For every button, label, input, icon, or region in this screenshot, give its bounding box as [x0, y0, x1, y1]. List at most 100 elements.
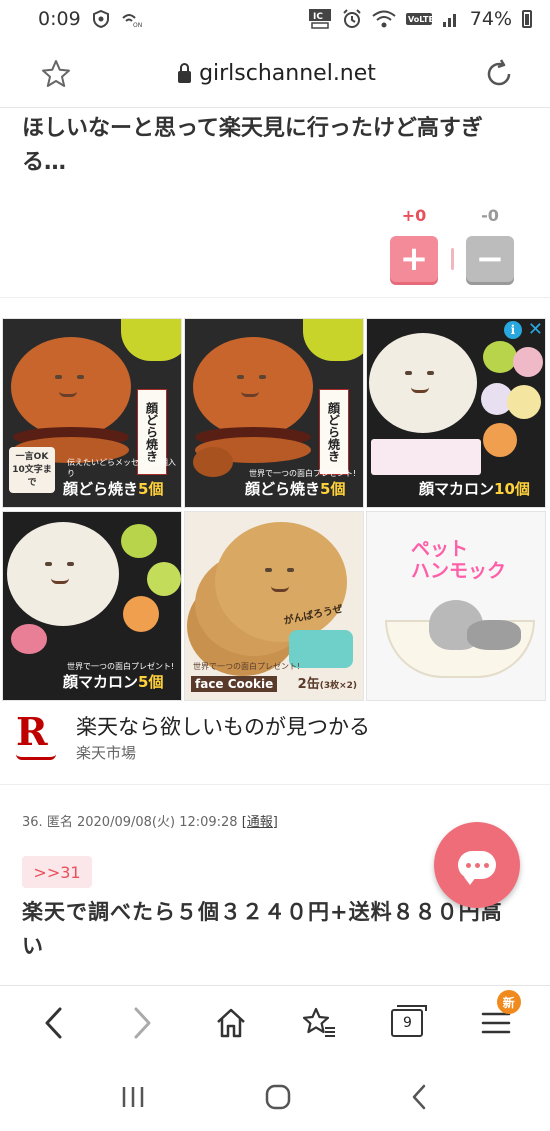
battery-icon	[522, 10, 532, 28]
face-eye	[405, 371, 412, 375]
ad-close-icon[interactable]: ✕	[528, 319, 543, 340]
comment-date: 2020/09/08(火) 12:09:28	[76, 815, 238, 830]
rakuten-logo: R	[16, 712, 58, 760]
vpn-shield-icon	[92, 9, 109, 29]
comment-author: 匿名	[46, 815, 73, 830]
report-link[interactable]: [通報]	[242, 815, 278, 830]
message-note: 一言OK 10文字まで	[9, 447, 55, 493]
tabs-button[interactable]: 9	[382, 998, 432, 1048]
tabs-icon: 9	[391, 1005, 428, 1037]
tile-subcaption: 伝えたいどらメッセージ1個入り	[67, 458, 176, 478]
minus-vote-button[interactable]: −	[466, 236, 514, 282]
ad-tile-face-cookie[interactable]: がんばろうぜ 世界で一つの面白プレゼント! face Cookie 2缶(3枚×…	[184, 511, 364, 701]
vote-counts: +0 -0	[390, 206, 514, 225]
url-field[interactable]: girlschannel.net	[178, 61, 376, 86]
ad-choices[interactable]: i ✕	[503, 319, 543, 340]
minus-count: -0	[481, 206, 499, 225]
dorayaki-box: 顔どら焼き	[319, 389, 349, 475]
ad-info-icon[interactable]: i	[503, 320, 522, 339]
home-icon	[216, 1008, 245, 1038]
forward-button[interactable]	[117, 998, 167, 1048]
svg-text:IC: IC	[313, 12, 323, 22]
tea-cup	[121, 319, 181, 361]
face-eye	[77, 375, 84, 379]
back-button[interactable]	[29, 998, 79, 1048]
cookie-count: 2缶(3枚×2)	[297, 677, 357, 692]
macaron	[483, 423, 517, 457]
macaron-face	[7, 522, 119, 626]
clock: 0:09	[38, 8, 81, 30]
macaron-face	[369, 333, 477, 433]
recent-apps-icon[interactable]	[118, 1083, 148, 1111]
face-eye	[45, 562, 52, 566]
reload-icon[interactable]	[482, 57, 516, 91]
face-eye	[287, 568, 294, 572]
svg-text:ON: ON	[133, 22, 142, 28]
cookie-face	[215, 522, 347, 642]
cookie-label: face Cookie	[191, 676, 278, 692]
macaron	[513, 347, 543, 377]
browser-toolbar: 9 新	[0, 985, 550, 1060]
forward-icon	[134, 1007, 151, 1039]
cat	[467, 620, 521, 650]
dorayaki-face	[11, 337, 131, 437]
vote-buttons: + −	[390, 236, 514, 282]
ad-tile-dorayaki-2[interactable]: 顔どら焼き 世界で一つの面白プレゼント! 顔どら焼き5個	[184, 318, 364, 508]
chat-button[interactable]	[434, 822, 520, 908]
macaron	[147, 562, 181, 596]
dorayaki-face	[193, 337, 313, 437]
reply-anchor[interactable]: >>31	[22, 856, 92, 888]
macaron	[507, 385, 541, 419]
signal-icon	[442, 14, 456, 27]
plus-vote-button[interactable]: +	[390, 236, 438, 282]
ad-grid: 顔どら焼き 一言OK 10文字まで 伝えたいどらメッセージ1個入り 顔どら焼き5…	[2, 318, 548, 704]
face-eye	[67, 562, 74, 566]
browser-address-bar: girlschannel.net	[0, 40, 550, 108]
face-eye	[265, 568, 272, 572]
tea-cup	[303, 319, 363, 361]
ad-tile-pet-hammock[interactable]: ペット ハンモック	[366, 511, 546, 701]
lock-icon	[178, 62, 192, 83]
macaron	[483, 341, 517, 373]
face-eye	[427, 371, 434, 375]
macaron	[123, 596, 159, 632]
macaron	[11, 624, 47, 654]
ad-advertiser-name: 楽天市場	[76, 744, 137, 762]
bookmarks-icon	[303, 1007, 336, 1037]
face-eye	[55, 375, 62, 379]
bookmarks-button[interactable]	[294, 998, 344, 1048]
status-bar: 0:09 ON IC VoLTE 74%	[0, 0, 550, 38]
face-eye	[259, 375, 266, 379]
alarm-icon	[343, 9, 361, 28]
divider	[0, 297, 550, 298]
divider	[0, 784, 550, 785]
plus-count: +0	[401, 206, 427, 225]
ic-card-icon: IC	[308, 9, 331, 29]
tile-caption: 顔どら焼き5個	[245, 480, 346, 498]
new-badge: 新	[496, 990, 521, 1014]
tile-caption: 顔マカロン5個	[63, 673, 164, 691]
system-navbar	[0, 1062, 550, 1131]
star-icon[interactable]	[40, 58, 72, 90]
pet-hammock-title: ペット ハンモック	[411, 538, 507, 582]
home-button[interactable]	[206, 998, 256, 1048]
tile-caption: 顔どら焼き5個	[63, 480, 164, 498]
back-nav-icon[interactable]	[408, 1082, 432, 1112]
ad-tile-dorayaki-1[interactable]: 顔どら焼き 一言OK 10文字まで 伝えたいどらメッセージ1個入り 顔どら焼き5…	[2, 318, 182, 508]
home-circle-icon[interactable]	[263, 1082, 293, 1112]
ad-advertiser[interactable]: R 楽天なら欲しいものが見つかる 楽天市場	[16, 712, 370, 764]
menu-button[interactable]: 新	[471, 990, 521, 1048]
menu-icon	[481, 1012, 511, 1034]
ad-tile-macaron-5[interactable]: 世界で一つの面白プレゼント! 顔マカロン5個	[2, 511, 182, 701]
wifi-icon	[372, 10, 396, 28]
macaron	[121, 524, 157, 558]
comment-body: ほしいなーと思って楽天見に行ったけど高すぎる…	[22, 116, 483, 175]
comment-meta: 36. 匿名 2020/09/08(火) 12:09:28 [通報]	[22, 811, 278, 830]
ad-headline[interactable]: 楽天なら欲しいものが見つかる	[76, 712, 370, 742]
svg-text:VoLTE: VoLTE	[408, 15, 432, 24]
ad-tile-macaron-10[interactable]: 顔マカロン10個 i ✕	[366, 318, 546, 508]
comment-number: 36.	[22, 815, 43, 830]
volte-icon: VoLTE	[405, 13, 432, 25]
tile-subcaption: 世界で一つの面白プレゼント!	[193, 662, 301, 671]
wifi-calling-icon: ON	[121, 14, 142, 28]
